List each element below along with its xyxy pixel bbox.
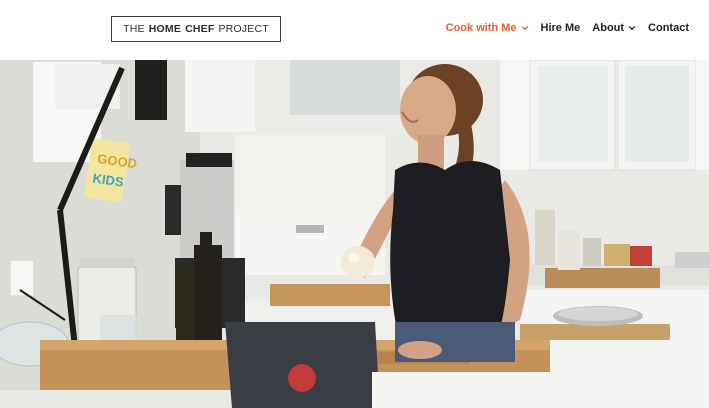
- logo-word-the: THE: [123, 23, 145, 35]
- nav-about-label: About: [592, 22, 625, 34]
- site-header: THE HOME CHEF PROJECT Cook with Me Hire …: [0, 0, 709, 60]
- logo-word-project: PROJECT: [218, 23, 269, 35]
- logo-word-home: HOME: [148, 23, 182, 35]
- logo-word-chef: CHEF: [185, 23, 215, 35]
- nav-about[interactable]: About: [592, 22, 636, 34]
- nav-contact-label: Contact: [648, 22, 689, 34]
- nav-hire-me-label: Hire Me: [540, 22, 581, 34]
- nav-cook-with-me-label: Cook with Me: [445, 22, 517, 34]
- hero-image: GOOD KIDS: [0, 60, 709, 408]
- nav-cook-with-me[interactable]: Cook with Me: [446, 22, 529, 34]
- main-nav: Cook with Me Hire Me About Contact: [446, 20, 689, 36]
- chevron-down-icon: [521, 25, 528, 31]
- kitchen-scene: GOOD KIDS: [0, 60, 709, 408]
- nav-hire-me[interactable]: Hire Me: [541, 22, 581, 34]
- chevron-down-icon: [628, 25, 636, 31]
- nav-contact[interactable]: Contact: [648, 22, 689, 34]
- site-logo[interactable]: THE HOME CHEF PROJECT: [111, 16, 281, 42]
